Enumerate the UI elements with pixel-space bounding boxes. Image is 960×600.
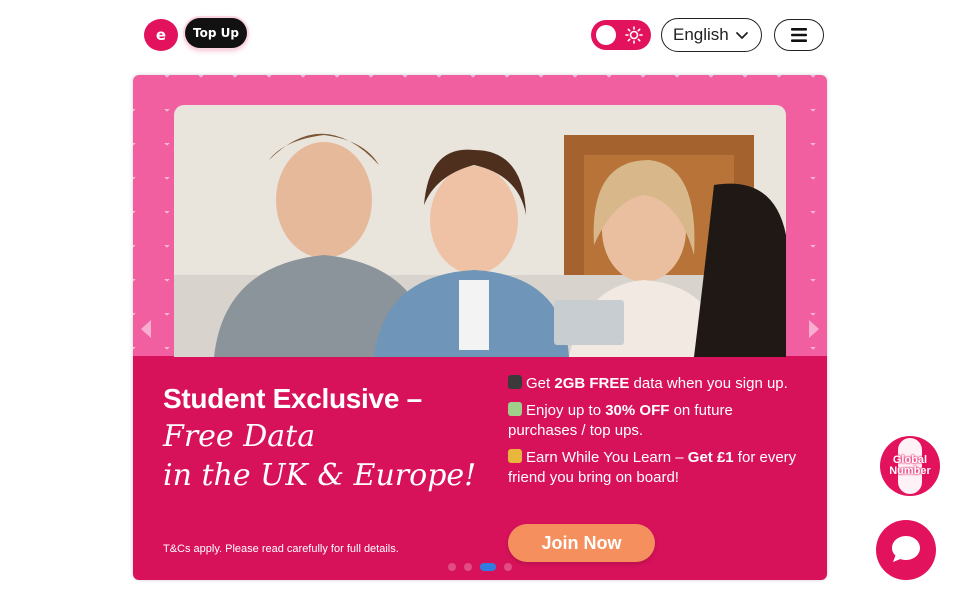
previous-slide-icon[interactable] (139, 319, 153, 339)
top-up-button[interactable]: Top Up (185, 18, 247, 48)
headline-line-3: in the UK & Europe! (163, 458, 477, 493)
logo-letter: e (155, 26, 167, 44)
chevron-down-icon (736, 32, 748, 39)
people-emoji-icon (508, 449, 522, 463)
language-label: English (673, 25, 729, 44)
menu-button[interactable] (774, 19, 824, 51)
phone-emoji-icon (508, 375, 522, 389)
offer-item: Earn While You Learn – Get £1 for every … (508, 448, 798, 488)
toggle-knob (596, 25, 616, 45)
hamburger-icon (791, 28, 807, 42)
offer-list: Get 2GB FREE data when you sign up. Enjo… (508, 374, 798, 495)
language-select[interactable]: English (661, 18, 762, 52)
carousel-dot[interactable] (448, 563, 456, 571)
offer-text: Enjoy up to (526, 402, 606, 419)
banner-headline: Student Exclusive – Free Data in the UK … (163, 383, 476, 493)
offer-highlight: 2GB FREE (554, 375, 630, 392)
chat-button[interactable] (876, 520, 936, 580)
global-label-2: Number (889, 465, 931, 477)
offer-item: Enjoy up to 30% OFF on future purchases … (508, 401, 798, 441)
offer-item: Get 2GB FREE data when you sign up. (508, 374, 798, 394)
carousel-dot[interactable] (464, 563, 472, 571)
carousel-dot-active[interactable] (480, 563, 496, 571)
offer-text: data when you sign up. (629, 375, 788, 392)
global-number-button[interactable]: Global Number (880, 436, 940, 496)
terms-note: T&Cs apply. Please read carefully for fu… (163, 543, 399, 555)
chat-bubble-icon (892, 536, 920, 562)
next-slide-icon[interactable] (807, 319, 821, 339)
students-photo (174, 105, 786, 357)
brand-logo[interactable]: e (144, 19, 178, 51)
offer-text: Earn While You Learn – (526, 449, 688, 466)
headline-line-1: Student Exclusive – (163, 383, 422, 414)
join-now-button[interactable]: Join Now (508, 524, 655, 562)
sun-icon (625, 26, 643, 44)
site-header: e Top Up English (0, 0, 960, 70)
theme-toggle[interactable] (591, 20, 651, 50)
money-emoji-icon (508, 402, 522, 416)
headline-line-2: Free Data (163, 419, 316, 454)
carousel-dot[interactable] (504, 563, 512, 571)
offer-highlight: 30% OFF (605, 402, 670, 419)
offer-text: Get (526, 375, 555, 392)
offer-highlight: Get £1 (687, 449, 734, 466)
promo-banner[interactable]: Student Exclusive – Free Data in the UK … (133, 75, 827, 580)
carousel-dots (133, 563, 827, 571)
